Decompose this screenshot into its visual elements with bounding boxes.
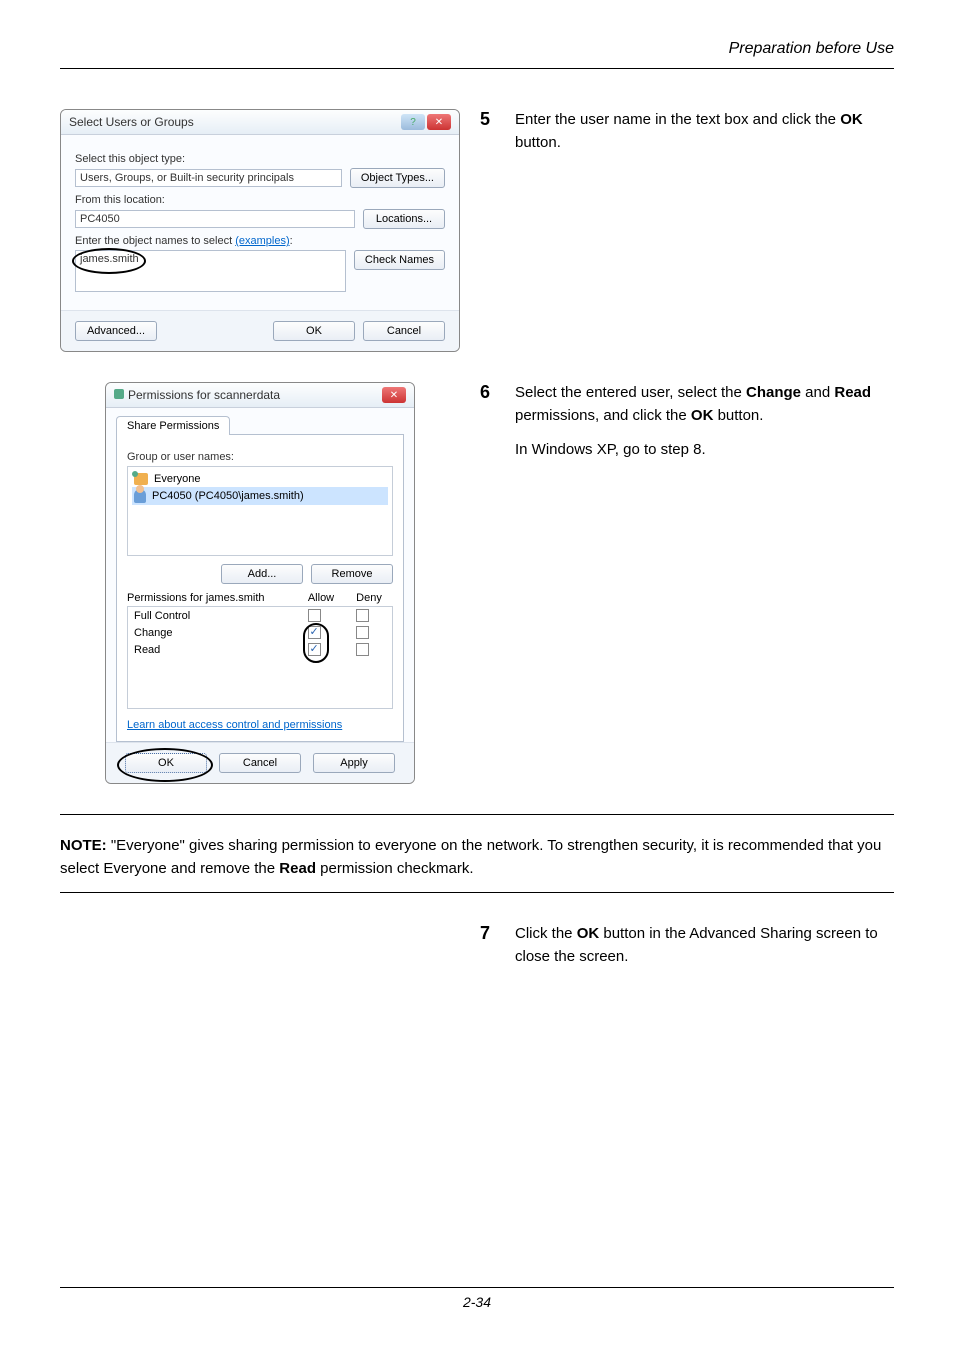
share-permissions-tab[interactable]: Share Permissions xyxy=(116,416,230,435)
t6c: and xyxy=(801,384,834,401)
object-type-field: Users, Groups, or Built-in security prin… xyxy=(75,169,342,187)
note-b: Read xyxy=(279,860,316,877)
step5-text: Enter the user name in the text box and … xyxy=(515,109,894,154)
user-pc4050[interactable]: PC4050 (PC4050\james.smith) xyxy=(132,487,388,505)
t6a: Select the entered user, select the xyxy=(515,384,746,401)
learn-link[interactable]: Learn about access control and permissio… xyxy=(127,719,342,731)
user-list[interactable]: Everyone PC4050 (PC4050\james.smith) xyxy=(127,466,393,556)
step6-line1: Select the entered user, select the Chan… xyxy=(515,382,894,427)
perm-change: Change xyxy=(128,624,392,641)
t6e: permissions, and click the xyxy=(515,407,691,424)
step6-number: 6 xyxy=(480,382,495,474)
step5-row: Select Users or Groups ? ✕ Select this o… xyxy=(60,109,894,352)
step5-number: 5 xyxy=(480,109,495,166)
user-everyone[interactable]: Everyone xyxy=(132,471,388,487)
ok-oval: OK xyxy=(125,753,207,773)
permissions-dialog: Permissions for scannerdata ✕ Share Perm… xyxy=(105,382,415,784)
allow-oval xyxy=(308,626,321,638)
advanced-button[interactable]: Advanced... xyxy=(75,321,157,341)
perm-change-label: Change xyxy=(134,627,290,639)
deny-header: Deny xyxy=(345,592,393,604)
object-types-button[interactable]: Object Types... xyxy=(350,168,445,188)
permissions-for-label: Permissions for james.smith xyxy=(127,592,297,604)
perm-read-label: Read xyxy=(134,644,290,656)
group-icon xyxy=(134,473,148,485)
header-rule xyxy=(60,68,894,69)
user-everyone-label: Everyone xyxy=(154,473,200,485)
group-names-label: Group or user names: xyxy=(127,451,393,463)
footer-rule xyxy=(60,1287,894,1288)
perm-read: Read xyxy=(128,641,392,658)
user-icon xyxy=(134,489,146,503)
names-label: Enter the object names to select (exampl… xyxy=(75,235,445,247)
shield-icon xyxy=(114,389,124,399)
step5-text-b: OK xyxy=(840,111,863,128)
ok-button[interactable]: OK xyxy=(273,321,355,341)
step6-line2: In Windows XP, go to step 8. xyxy=(515,439,894,462)
remove-button[interactable]: Remove xyxy=(311,564,393,584)
dialog2-title-text: Permissions for scannerdata xyxy=(128,388,280,402)
note-block: NOTE: "Everyone" gives sharing permissio… xyxy=(60,835,894,880)
perm-full-control-label: Full Control xyxy=(134,610,290,622)
t7b: OK xyxy=(577,925,600,942)
t6g: button. xyxy=(713,407,763,424)
ok-button[interactable]: OK xyxy=(125,753,207,773)
step5-text-c: button. xyxy=(515,134,561,151)
full-control-deny-checkbox[interactable] xyxy=(356,609,369,622)
select-users-dialog: Select Users or Groups ? ✕ Select this o… xyxy=(60,109,460,352)
t7a: Click the xyxy=(515,925,577,942)
object-type-label: Select this object type: xyxy=(75,153,445,165)
dialog1-titlebar: Select Users or Groups ? ✕ xyxy=(61,110,459,135)
allow-header: Allow xyxy=(297,592,345,604)
step5-text-a: Enter the user name in the text box and … xyxy=(515,111,840,128)
note-top-rule xyxy=(60,814,894,815)
note-c: permission checkmark. xyxy=(316,860,474,877)
add-button[interactable]: Add... xyxy=(221,564,303,584)
step7-text: Click the OK button in the Advanced Shar… xyxy=(515,923,894,968)
read-allow-checkbox[interactable] xyxy=(308,643,321,656)
page-footer: 2-34 xyxy=(0,1287,954,1310)
t6b: Change xyxy=(746,384,801,401)
apply-button[interactable]: Apply xyxy=(313,753,395,773)
dialog2-title: Permissions for scannerdata xyxy=(114,388,280,402)
locations-button[interactable]: Locations... xyxy=(363,209,445,229)
change-deny-checkbox[interactable] xyxy=(356,626,369,639)
change-allow-checkbox[interactable] xyxy=(308,626,321,639)
read-deny-checkbox[interactable] xyxy=(356,643,369,656)
dialog2-titlebar: Permissions for scannerdata ✕ xyxy=(106,383,414,408)
permissions-list: Full Control Change Read xyxy=(127,606,393,709)
page-header: Preparation before Use xyxy=(60,40,894,58)
page-number: 2-34 xyxy=(463,1294,491,1310)
note-bottom-rule xyxy=(60,892,894,893)
t6f: OK xyxy=(691,407,714,424)
step6-row: Permissions for scannerdata ✕ Share Perm… xyxy=(60,382,894,784)
help-icon[interactable]: ? xyxy=(401,114,425,130)
step7-row: 7 Click the OK button in the Advanced Sh… xyxy=(60,923,894,980)
full-control-allow-checkbox[interactable] xyxy=(308,609,321,622)
dialog1-title: Select Users or Groups xyxy=(69,115,194,129)
check-names-button[interactable]: Check Names xyxy=(354,250,445,270)
t6d: Read xyxy=(834,384,871,401)
user-pc4050-label: PC4050 (PC4050\james.smith) xyxy=(152,490,304,502)
object-names-input[interactable]: james.smith xyxy=(75,250,346,292)
step7-number: 7 xyxy=(480,923,495,980)
location-label: From this location: xyxy=(75,194,445,206)
examples-link[interactable]: (examples) xyxy=(235,235,289,247)
location-field: PC4050 xyxy=(75,210,355,228)
close-icon[interactable]: ✕ xyxy=(427,114,451,130)
cancel-button[interactable]: Cancel xyxy=(219,753,301,773)
perm-full-control: Full Control xyxy=(128,607,392,624)
close-icon[interactable]: ✕ xyxy=(382,387,406,403)
note-label: NOTE: xyxy=(60,837,107,854)
cancel-button[interactable]: Cancel xyxy=(363,321,445,341)
names-label-prefix: Enter the object names to select xyxy=(75,235,235,247)
